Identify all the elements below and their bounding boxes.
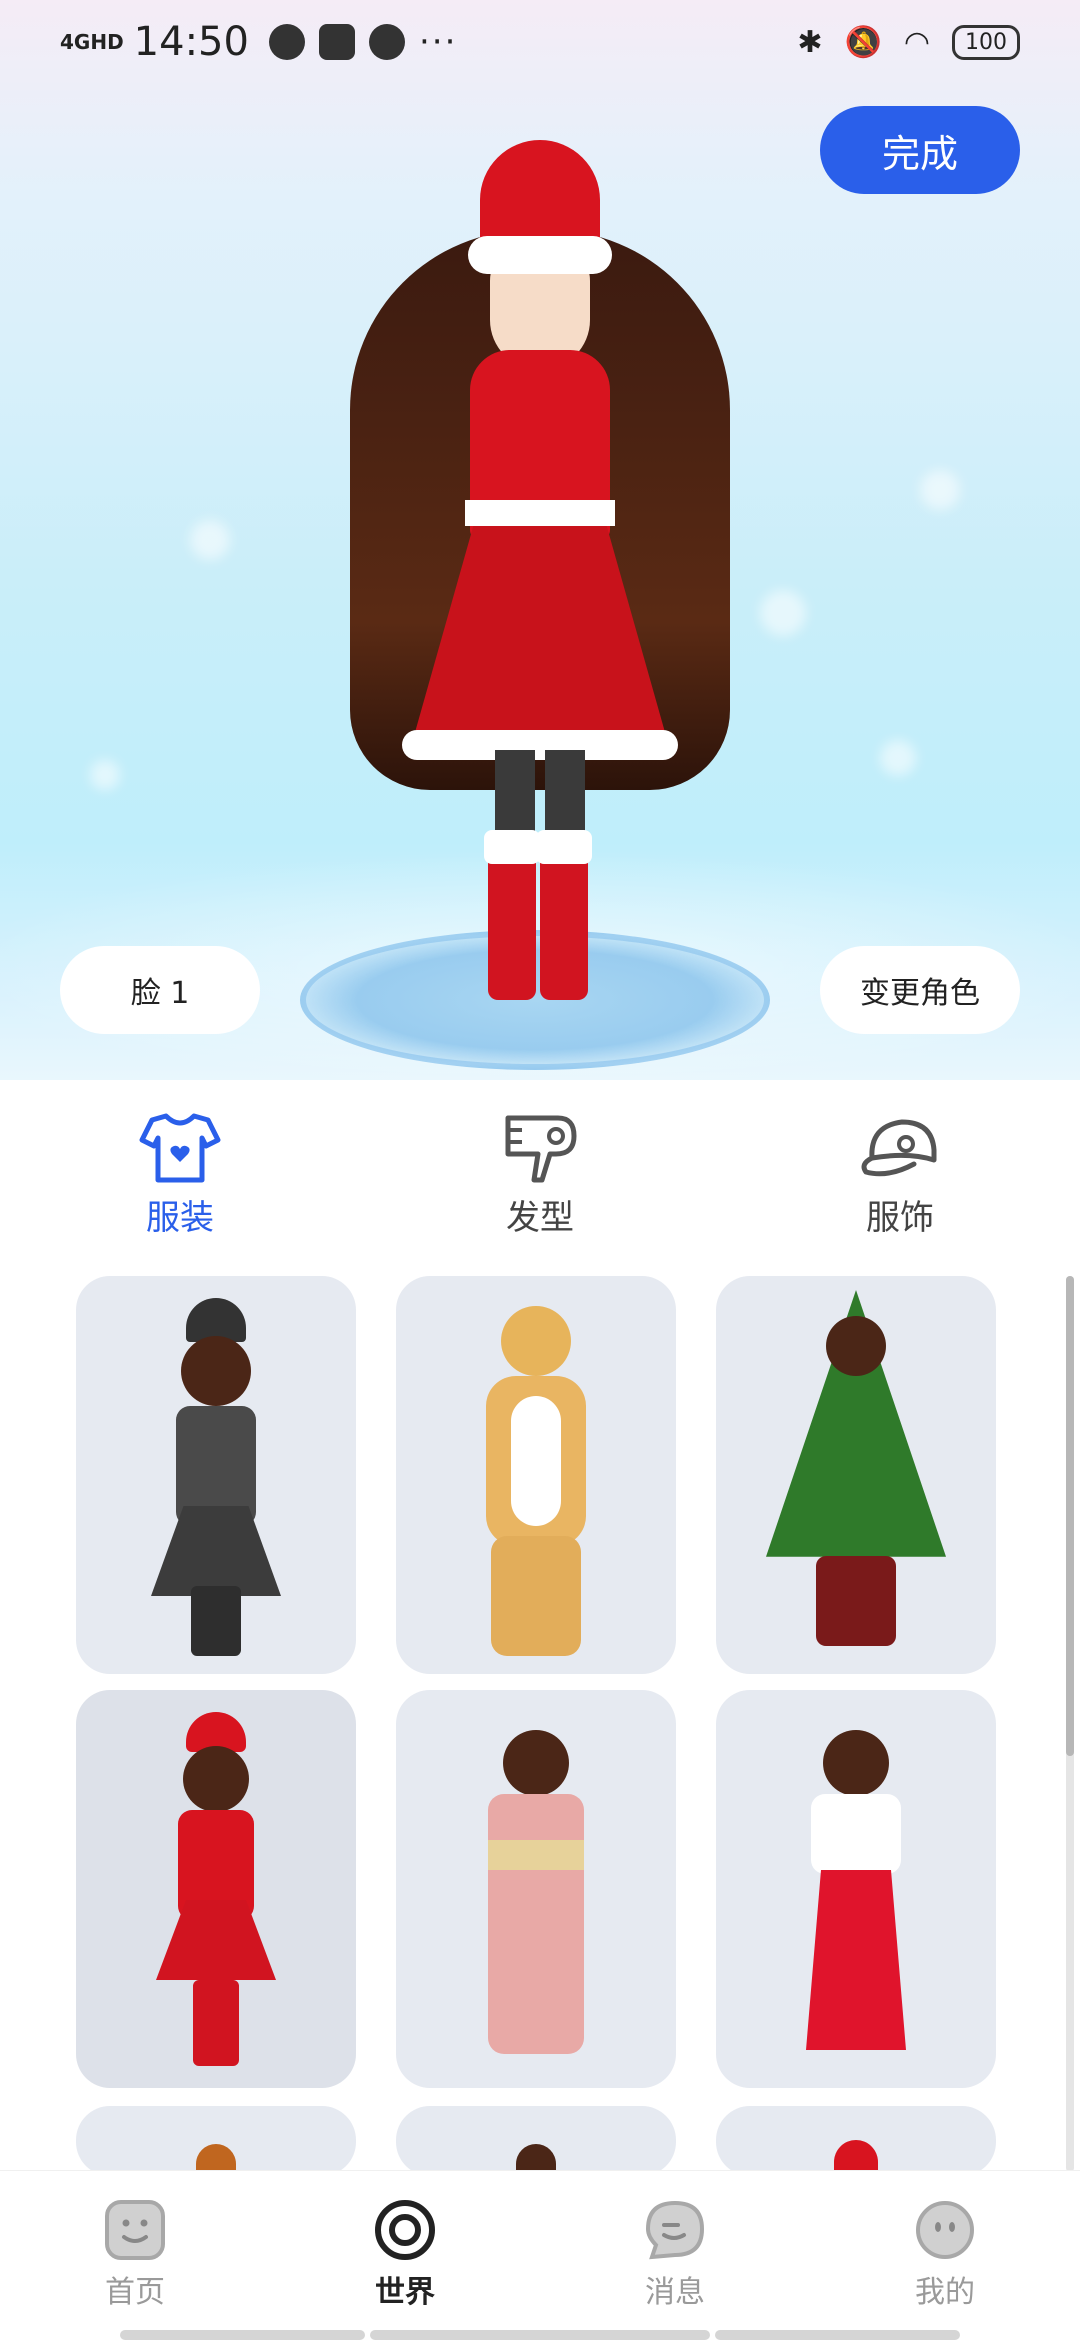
tshirt-icon xyxy=(139,1113,221,1183)
nav-label: 首页 xyxy=(105,2275,165,2310)
reindeer-belly xyxy=(511,1396,561,1526)
witch-skirt xyxy=(151,1506,281,1596)
boot-cuff-right xyxy=(536,830,592,864)
sparkle xyxy=(920,470,960,510)
kimono-obi xyxy=(488,1840,584,1870)
sparkle xyxy=(90,760,120,790)
sparkle xyxy=(190,520,230,560)
nav-label: 消息 xyxy=(645,2275,705,2310)
nav-messages[interactable]: 消息 xyxy=(540,2171,810,2340)
reindeer-hood xyxy=(501,1306,571,1376)
hairdryer-icon xyxy=(505,1115,577,1183)
tab-clothing[interactable]: 服装 xyxy=(0,1080,360,1260)
nav-profile[interactable]: 我的 xyxy=(810,2171,1080,2340)
tab-label: 服饰 xyxy=(866,1198,934,1238)
home-indicator-segment xyxy=(120,2330,365,2340)
bluetooth-icon: ✱ xyxy=(797,24,823,60)
nav-label: 世界 xyxy=(375,2275,435,2310)
compass-icon xyxy=(268,24,305,60)
outfit-card-reindeer[interactable] xyxy=(396,1276,676,1674)
network-indicator: 4GHD xyxy=(60,30,124,54)
boot-right xyxy=(540,840,588,1000)
outfit-card-shrine-maiden[interactable] xyxy=(716,1690,996,2088)
santa-hat-rim xyxy=(468,236,612,274)
tab-hairstyle[interactable]: 发型 xyxy=(360,1080,720,1260)
santa-skirt xyxy=(156,1900,276,1980)
outfit-card-witch[interactable] xyxy=(76,1276,356,1674)
bottom-nav: 首页 世界 消息 我的 xyxy=(0,2170,1080,2340)
tab-label: 发型 xyxy=(506,1198,574,1238)
tab-label: 服装 xyxy=(146,1198,214,1238)
figure-head xyxy=(823,1730,889,1796)
shrine-maiden-hakama xyxy=(806,1870,906,2050)
face-select-button[interactable]: 脸 1 xyxy=(60,946,260,1034)
home-indicator-segment xyxy=(370,2330,710,2340)
sparkle xyxy=(880,740,916,776)
status-time: 14:50 xyxy=(133,19,249,65)
tab-accessories[interactable]: 服饰 xyxy=(720,1080,1080,1260)
nav-home[interactable]: 首页 xyxy=(0,2171,270,2340)
figure-head xyxy=(181,1336,251,1406)
reindeer-legs xyxy=(491,1536,581,1656)
wechat-icon xyxy=(368,24,405,60)
mute-icon: 🔕 xyxy=(844,24,882,60)
home-face-icon xyxy=(105,2200,165,2260)
outfit-card-partial-3[interactable] xyxy=(716,2106,996,2176)
outfit-card-kimono[interactable] xyxy=(396,1690,676,2088)
status-bar: 4GHD 14:50 ··· ✱ 🔕 ◠ 100 xyxy=(0,0,1080,84)
boot-cuff-left xyxy=(484,830,540,864)
profile-face-icon xyxy=(916,2201,974,2259)
world-ring-icon xyxy=(375,2200,435,2260)
home-indicator-segment xyxy=(715,2330,960,2340)
nav-label: 我的 xyxy=(915,2275,975,2310)
santa-boots xyxy=(193,1980,239,2066)
avatar-character[interactable] xyxy=(350,140,730,1020)
done-button[interactable]: 完成 xyxy=(820,106,1020,194)
grid-scrollbar-thumb[interactable] xyxy=(1066,1276,1074,1756)
outfit-card-christmas-tree[interactable] xyxy=(716,1276,996,1674)
message-bubble-icon xyxy=(645,2200,705,2260)
figure-head xyxy=(183,1746,249,1812)
battery-icon: 100 xyxy=(952,24,1020,60)
shrine-maiden-top xyxy=(811,1794,901,1874)
nav-world[interactable]: 世界 xyxy=(270,2171,540,2340)
play-icon xyxy=(318,24,355,60)
santa-belt xyxy=(465,500,615,526)
status-right: ✱ 🔕 ◠ 100 xyxy=(797,24,1020,60)
outfit-card-partial-1[interactable] xyxy=(76,2106,356,2176)
avatar-stage[interactable]: 4GHD 14:50 ··· ✱ 🔕 ◠ 100 完成 脸 1 变更角色 xyxy=(0,0,1080,1080)
santa-skirt-hem xyxy=(402,730,678,760)
tree-costume-pants xyxy=(816,1556,896,1646)
figure-head xyxy=(503,1730,569,1796)
figure-hat xyxy=(834,2140,878,2174)
category-tabs: 服装 发型 服饰 xyxy=(0,1080,1080,1260)
boot-left xyxy=(488,840,536,1000)
outfit-card-partial-2[interactable] xyxy=(396,2106,676,2176)
figure-head xyxy=(826,1316,886,1376)
outfit-card-santa[interactable] xyxy=(76,1690,356,2088)
more-icon: ··· xyxy=(418,22,458,62)
witch-boots xyxy=(191,1586,241,1656)
kimono-body xyxy=(488,1794,584,2054)
wifi-icon: ◠ xyxy=(903,24,930,60)
sparkle xyxy=(760,590,806,636)
cap-icon xyxy=(861,1119,937,1177)
change-role-button[interactable]: 变更角色 xyxy=(820,946,1020,1034)
